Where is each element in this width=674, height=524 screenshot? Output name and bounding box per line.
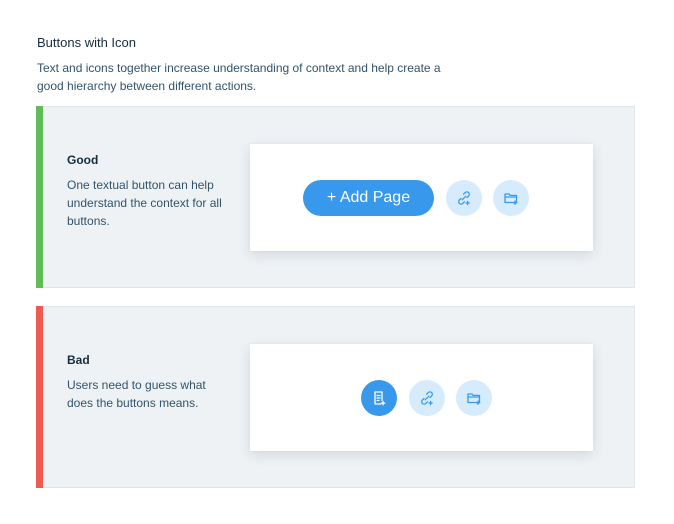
add-page-icon (374, 391, 386, 406)
bad-example-card: Bad Users need to guess what does the bu… (36, 306, 635, 488)
section-description: Text and icons together increase underst… (37, 61, 441, 93)
good-example-title: Good (67, 153, 99, 167)
good-demo-panel: + Add Page (250, 144, 593, 251)
good-example-card: Good One textual button can help underst… (36, 106, 635, 288)
add-folder-button[interactable] (493, 180, 529, 216)
add-page-icon-button[interactable] (361, 380, 397, 416)
section-title: Buttons with Icon (37, 35, 136, 50)
bad-example-title: Bad (67, 353, 90, 367)
add-folder-icon (467, 393, 481, 406)
link-icon (458, 191, 470, 206)
link-button[interactable] (409, 380, 445, 416)
add-folder-button[interactable] (456, 380, 492, 416)
good-example-description: One textual button can help understand t… (67, 178, 222, 228)
link-button[interactable] (446, 180, 482, 216)
bad-accent-bar (36, 306, 43, 488)
add-folder-icon (504, 193, 518, 206)
link-icon (421, 391, 433, 406)
add-page-button[interactable]: + Add Page (303, 180, 434, 216)
bad-example-description: Users need to guess what does the button… (67, 378, 206, 410)
bad-demo-panel (250, 344, 593, 451)
good-accent-bar (36, 106, 43, 288)
